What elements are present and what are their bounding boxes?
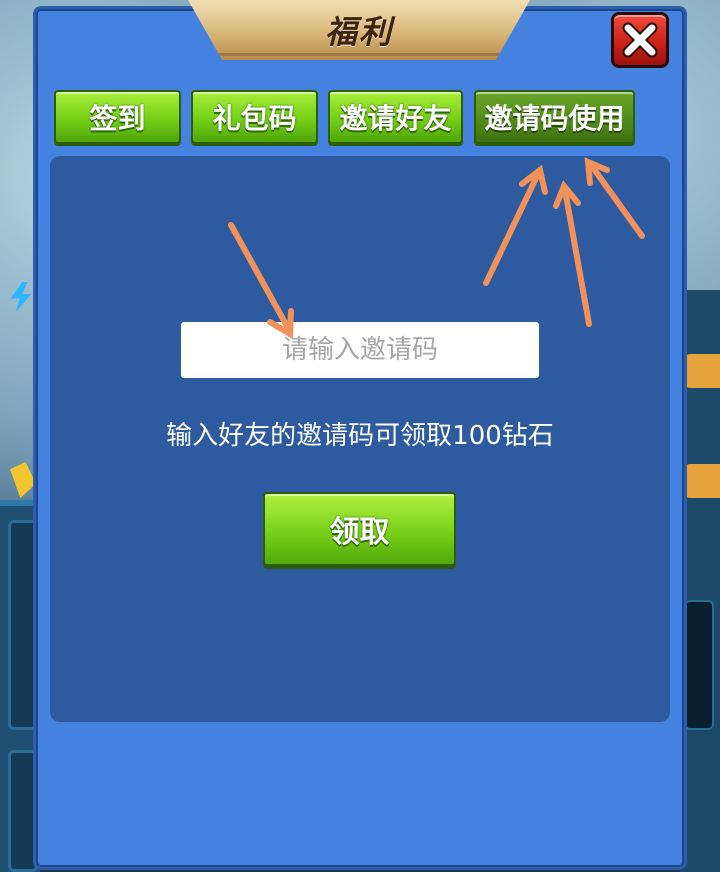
close-button[interactable]: [611, 12, 669, 68]
close-x-icon: [622, 22, 658, 58]
tab-invite-friends[interactable]: 邀请好友: [328, 90, 463, 144]
dialog-title-plate: 福利: [188, 0, 530, 60]
tab-use-invite-code[interactable]: 邀请码使用: [474, 90, 635, 144]
invite-code-input[interactable]: [181, 322, 539, 378]
background-right-chip: [684, 354, 720, 388]
claim-button[interactable]: 领取: [263, 492, 456, 566]
background-right-card: [684, 600, 714, 730]
background-right-chip: [684, 464, 720, 498]
dialog-title: 福利: [324, 13, 393, 51]
tab-gift-code[interactable]: 礼包码: [191, 90, 318, 144]
invite-hint-text: 输入好友的邀请码可领取100钻石: [166, 421, 554, 451]
tab-sign-in[interactable]: 签到: [54, 90, 181, 144]
